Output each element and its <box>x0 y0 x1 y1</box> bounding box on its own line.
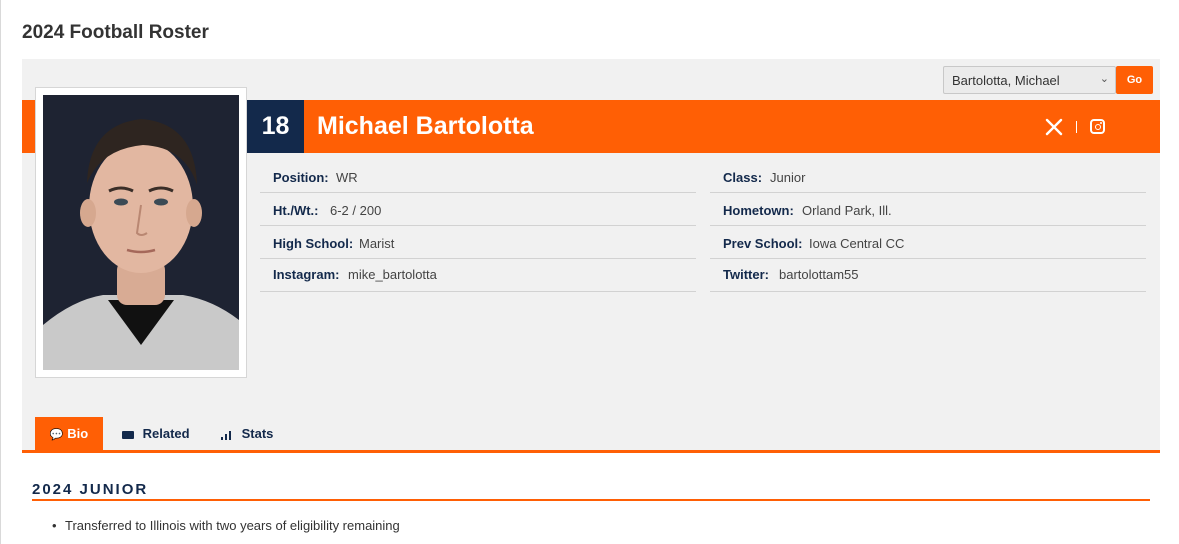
detail-row-twitter: Twitter: bartolottam55 <box>710 259 1146 292</box>
tab-stats[interactable]: Stats <box>221 417 273 451</box>
detail-row-position: Position: WR <box>260 160 696 193</box>
player-select-value: Bartolotta, Michael <box>952 73 1060 88</box>
detail-row-height-weight: Ht./Wt.: 6-2 / 200 <box>260 193 696 226</box>
page-left-border <box>0 0 1 544</box>
detail-row-high-school: High School: Marist <box>260 226 696 259</box>
detail-value: Junior <box>770 170 806 185</box>
player-photo-frame <box>35 87 247 378</box>
tab-related[interactable]: Related <box>122 417 190 451</box>
jersey-number: 18 <box>247 100 304 153</box>
player-select[interactable]: Bartolotta, Michael ⌄ <box>943 66 1116 94</box>
detail-label: Hometown: <box>723 203 794 218</box>
detail-value: WR <box>336 170 358 185</box>
detail-label: Twitter: <box>723 267 769 282</box>
x-icon[interactable] <box>1045 118 1063 136</box>
detail-label: Prev School: <box>723 236 803 251</box>
detail-value: Marist <box>359 236 395 251</box>
detail-value: 6-2 / 200 <box>330 203 382 218</box>
detail-label: Position: <box>273 170 329 185</box>
instagram-icon[interactable] <box>1090 119 1105 134</box>
detail-row-instagram: Instagram: mike_bartolotta <box>260 259 696 292</box>
bio-list-item: Transferred to Illinois with two years o… <box>52 518 400 533</box>
go-button[interactable]: Go <box>1116 66 1153 94</box>
bio-text: Transferred to Illinois with two years o… <box>65 518 400 533</box>
tab-label: Related <box>142 426 190 441</box>
tab-label: Bio <box>67 426 89 441</box>
detail-label: High School: <box>273 236 354 251</box>
tabs-underline <box>22 450 1160 453</box>
tab-bio[interactable]: 💬 Bio <box>35 417 103 451</box>
social-divider <box>1076 121 1077 133</box>
tab-label: Stats <box>241 426 274 441</box>
speech-bubble-icon: 💬 <box>49 429 64 441</box>
bar-chart-icon <box>221 430 232 440</box>
detail-label: Ht./Wt.: <box>273 203 319 218</box>
detail-row-hometown: Hometown: Orland Park, Ill. <box>710 193 1146 226</box>
twitter-handle[interactable]: bartolottam55 <box>779 267 859 282</box>
instagram-handle[interactable]: mike_bartolotta <box>348 267 437 282</box>
detail-row-prev-school: Prev School: Iowa Central CC <box>710 226 1146 259</box>
player-name: Michael Bartolotta <box>317 112 534 140</box>
detail-value: Orland Park, Ill. <box>802 203 892 218</box>
section-divider <box>32 499 1150 501</box>
chevron-down-icon: ⌄ <box>1099 73 1109 85</box>
page-title: 2024 Football Roster <box>22 22 209 43</box>
player-headshot <box>43 95 239 370</box>
detail-label: Class: <box>723 170 763 185</box>
bio-section-title: 2024 JUNIOR <box>32 481 149 498</box>
detail-value: Iowa Central CC <box>809 236 905 251</box>
detail-row-class: Class: Junior <box>710 160 1146 193</box>
detail-label: Instagram: <box>273 267 340 282</box>
cards-icon <box>122 430 134 439</box>
